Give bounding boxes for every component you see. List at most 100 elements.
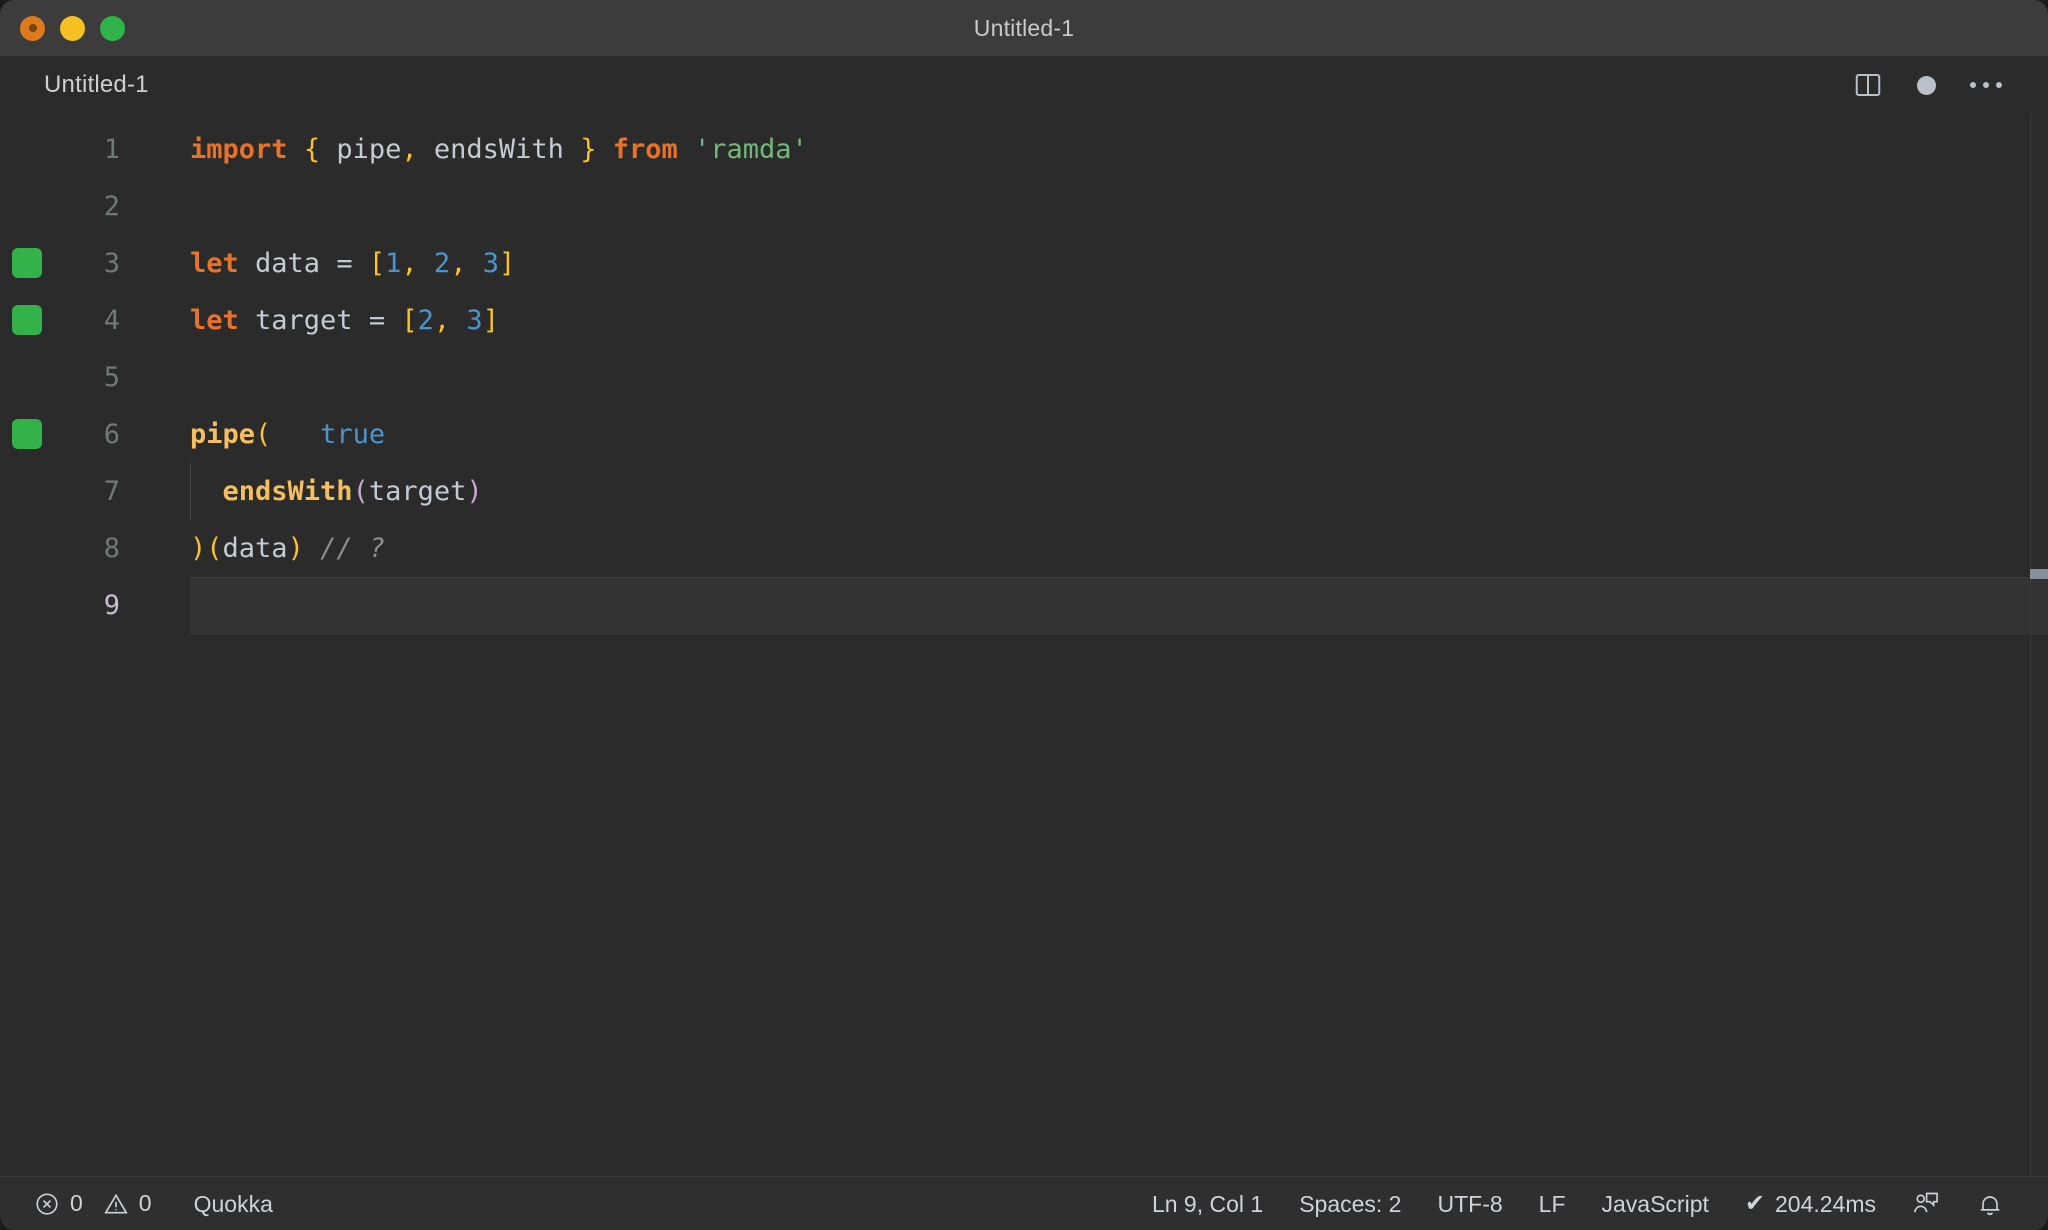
token-brace: , — [401, 248, 418, 279]
editor-tab-bar: Untitled-1 — [0, 56, 2048, 114]
split-editor-right-icon[interactable] — [1853, 70, 1883, 100]
problems-status[interactable]: 0 0 — [30, 1190, 156, 1217]
line-content: endsWith(target) — [190, 463, 483, 520]
quokka-label: Quokka — [193, 1190, 273, 1217]
token-num: 1 — [385, 248, 402, 279]
language-mode-label: JavaScript — [1601, 1190, 1709, 1217]
token-paren-p: ) — [466, 476, 483, 507]
token-punct — [418, 248, 434, 279]
close-window-button[interactable] — [20, 15, 45, 41]
warning-count: 0 — [138, 1190, 152, 1216]
token-punct — [288, 134, 304, 165]
line-number: 9 — [103, 590, 120, 621]
code-line-6[interactable]: 6 pipe( true — [0, 406, 2048, 463]
line-content: pipe( true — [190, 406, 385, 463]
code-line-3[interactable]: 3 let data = [1, 2, 3] — [0, 235, 2048, 292]
token-punct — [385, 305, 401, 336]
token-brace: ) — [287, 533, 304, 564]
line-content: import { pipe, endsWith } from 'ramda' — [190, 121, 808, 178]
token-brace: ] — [482, 305, 499, 336]
line-number: 5 — [103, 362, 120, 393]
tab-untitled-1[interactable]: Untitled-1 — [0, 56, 175, 114]
code-editor[interactable]: 1 import { pipe, endsWith } from 'ramda' 2… — [0, 114, 2048, 1176]
code-line-5[interactable]: 5 — [0, 349, 2048, 406]
encoding-label: UTF-8 — [1437, 1190, 1503, 1217]
quokka-gutter-marker[interactable] — [12, 419, 42, 449]
error-count: 0 — [70, 1190, 83, 1216]
editor-actions — [1853, 70, 2028, 100]
code-line-7[interactable]: 7 endsWith(target) — [0, 463, 2048, 520]
feedback-person-icon[interactable] — [1894, 1177, 1958, 1230]
line-number: 6 — [103, 419, 120, 450]
token-kw: let — [190, 305, 239, 336]
token-ident: target — [368, 476, 467, 507]
code-line-9[interactable]: 9 — [0, 577, 2048, 634]
vscode-window: Untitled-1 Untitled-1 1 import { pipe, en… — [0, 0, 2048, 1230]
run-time-label: 204.24ms — [1774, 1190, 1876, 1217]
maximize-window-button[interactable] — [100, 15, 125, 41]
cursor-position-label: Ln 9, Col 1 — [1151, 1190, 1264, 1217]
eol-label: LF — [1538, 1190, 1566, 1217]
indentation-status[interactable]: Spaces: 2 — [1281, 1177, 1419, 1230]
line-number: 8 — [103, 533, 120, 564]
token-comment: // ? — [320, 533, 386, 564]
token-punct — [678, 134, 694, 165]
token-paren-p: ( — [352, 476, 369, 507]
token-num: 3 — [482, 248, 499, 279]
token-punct: = — [368, 305, 386, 336]
token-brace: , — [401, 134, 418, 165]
editor-scrollbar[interactable] — [2030, 114, 2048, 1176]
code-line-8[interactable]: 8 )(data) // ? — [0, 520, 2048, 577]
token-punct — [304, 533, 320, 564]
token-brace: , — [433, 305, 451, 336]
line-content: let target = [2, 3] — [190, 292, 499, 349]
line-number: 1 — [103, 134, 120, 165]
token-brace: ] — [498, 248, 516, 279]
title-bar: Untitled-1 — [0, 0, 2048, 56]
token-punct: = — [336, 248, 353, 279]
token-kw: let — [190, 248, 239, 279]
token-brace: { — [303, 134, 321, 165]
token-brace: , — [450, 248, 467, 279]
scrollbar-slider[interactable] — [2030, 569, 2048, 579]
quokka-status[interactable]: Quokka — [168, 1177, 291, 1230]
warning-triangle-icon — [103, 1191, 129, 1217]
line-number: 3 — [103, 248, 120, 279]
minimize-window-button[interactable] — [60, 15, 85, 41]
notifications-bell-icon[interactable] — [1958, 1177, 2022, 1230]
line-content: )(data) // ? — [190, 520, 385, 577]
line-content: let data = [1, 2, 3] — [190, 235, 515, 292]
code-line-2[interactable]: 2 — [0, 178, 2048, 235]
token-brace: [ — [401, 305, 418, 336]
line-number: 2 — [103, 191, 120, 222]
token-punct — [271, 419, 320, 450]
quokka-runtime-status[interactable]: ✔ 204.24ms — [1727, 1177, 1894, 1230]
eol-status[interactable]: LF — [1521, 1177, 1584, 1230]
encoding-status[interactable]: UTF-8 — [1419, 1177, 1520, 1230]
tab-label: Untitled-1 — [44, 71, 149, 98]
token-brace: ) — [190, 533, 207, 564]
token-punct — [596, 134, 612, 165]
code-line-4[interactable]: 4 let target = [2, 3] — [0, 292, 2048, 349]
active-line-highlight — [190, 577, 2048, 634]
token-num: 2 — [417, 305, 434, 336]
token-str: 'ramda' — [694, 134, 808, 165]
token-ident: target — [238, 305, 369, 336]
more-actions-ellipsis-icon[interactable] — [1970, 82, 2002, 88]
cursor-position-status[interactable]: Ln 9, Col 1 — [1134, 1177, 1281, 1230]
status-bar: 0 0 Quokka Ln 9, Col 1 Spaces: 2 UTF-8 L… — [0, 1176, 2048, 1230]
quokka-gutter-marker[interactable] — [12, 305, 42, 335]
code-line-1[interactable]: 1 import { pipe, endsWith } from 'ramda' — [0, 121, 2048, 178]
language-mode-status[interactable]: JavaScript — [1584, 1177, 1727, 1230]
token-quokka-val: true — [320, 419, 386, 450]
code-lines[interactable]: 1 import { pipe, endsWith } from 'ramda' 2… — [0, 114, 2048, 634]
quokka-gutter-marker[interactable] — [12, 248, 42, 278]
line-number: 4 — [103, 305, 120, 336]
token-brace: [ — [368, 248, 386, 279]
unsaved-indicator-dot[interactable] — [1917, 75, 1936, 95]
token-kw: from — [612, 134, 678, 165]
status-bar-left: 0 0 Quokka — [0, 1177, 291, 1230]
token-kw: import — [190, 134, 288, 165]
token-ident: data — [238, 248, 337, 279]
line-number: 7 — [103, 476, 120, 507]
